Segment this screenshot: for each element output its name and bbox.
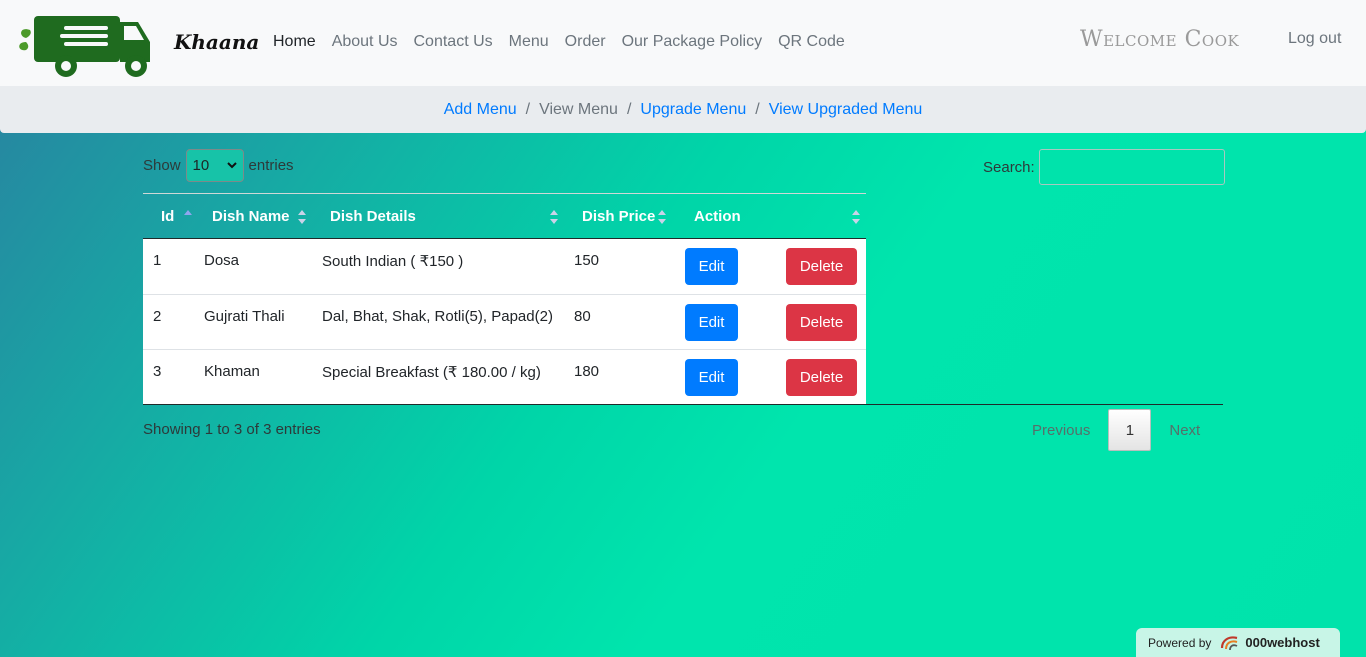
edit-button[interactable]: Edit xyxy=(685,359,738,396)
cell-dish-price: 150 xyxy=(574,252,600,269)
column-header-id[interactable]: Id xyxy=(143,194,204,238)
breadcrumb-separator: / xyxy=(626,100,632,118)
cell-dish-price: 180 xyxy=(574,363,600,380)
search-input[interactable] xyxy=(1038,149,1225,185)
cell-dish-name: Dosa xyxy=(204,252,240,269)
main-nav: Home About Us Contact Us Menu Order Our … xyxy=(265,33,853,51)
sort-icon xyxy=(852,210,860,224)
breadcrumb-upgrade-menu[interactable]: Upgrade Menu xyxy=(640,101,746,119)
breadcrumb-view-menu: View Menu xyxy=(539,100,618,118)
cell-id: 1 xyxy=(153,252,162,269)
edit-button[interactable]: Edit xyxy=(685,304,738,341)
cell-dish-name: Gujrati Thali xyxy=(204,308,285,325)
column-label: Dish Price xyxy=(582,207,656,225)
edit-button[interactable]: Edit xyxy=(685,248,738,285)
powered-by-name: 000webhost xyxy=(1245,635,1320,650)
welcome-text: Welcome Cook xyxy=(1080,27,1240,52)
column-header-dish-name[interactable]: Dish Name xyxy=(204,194,312,238)
cell-dish-name: Khaman xyxy=(204,363,260,380)
menu-table: Id Dish Name Dish Details Dish Price Act… xyxy=(143,193,866,405)
table-header: Id Dish Name Dish Details Dish Price Act… xyxy=(143,193,866,239)
sort-asc-icon xyxy=(184,210,192,224)
sort-icon xyxy=(298,210,306,224)
pagination: Previous 1 Next xyxy=(1016,409,1216,451)
column-label: Id xyxy=(161,207,175,225)
nav-order[interactable]: Order xyxy=(557,33,614,51)
table-row: 2 Gujrati Thali Dal, Bhat, Shak, Rotli(5… xyxy=(143,294,866,349)
breadcrumb-separator: / xyxy=(755,100,760,118)
cell-id: 3 xyxy=(153,363,162,380)
previous-page-button[interactable]: Previous xyxy=(1016,409,1106,451)
breadcrumb-add-menu[interactable]: Add Menu xyxy=(444,101,517,119)
column-header-dish-details[interactable]: Dish Details xyxy=(312,194,564,238)
logout-link[interactable]: Log out xyxy=(1288,30,1341,48)
breadcrumb-separator: / xyxy=(525,100,531,118)
table-body: 1 Dosa South Indian ( ₹150 ) 150 Edit De… xyxy=(143,239,866,405)
delete-button[interactable]: Delete xyxy=(786,304,857,341)
entries-length-control: Show 10 entries xyxy=(143,149,294,182)
show-label: Show xyxy=(143,157,181,174)
nav-menu[interactable]: Menu xyxy=(501,33,557,51)
sort-icon xyxy=(658,210,666,224)
cell-dish-details: Dal, Bhat, Shak, Rotli(5), Papad(2) xyxy=(322,308,553,325)
table-row: 3 Khaman Special Breakfast (₹ 180.00 / k… xyxy=(143,349,866,404)
next-page-button[interactable]: Next xyxy=(1153,409,1216,451)
entries-select[interactable]: 10 xyxy=(185,149,244,182)
delete-button[interactable]: Delete xyxy=(786,248,857,285)
nav-qr-code[interactable]: QR Code xyxy=(770,33,853,51)
table-info: Showing 1 to 3 of 3 entries xyxy=(143,421,321,438)
breadcrumb-view-upgraded-menu[interactable]: View Upgraded Menu xyxy=(769,101,923,119)
nav-package-policy[interactable]: Our Package Policy xyxy=(614,33,771,51)
column-label: Action xyxy=(694,207,741,225)
nav-contact-us[interactable]: Contact Us xyxy=(406,33,501,51)
cell-dish-details: South Indian ( ₹150 ) xyxy=(322,253,464,270)
nav-about-us[interactable]: About Us xyxy=(324,33,406,51)
page-1-button[interactable]: 1 xyxy=(1108,409,1152,451)
entries-label: entries xyxy=(248,157,294,174)
delete-button[interactable]: Delete xyxy=(786,359,857,396)
table-row: 1 Dosa South Indian ( ₹150 ) 150 Edit De… xyxy=(143,239,866,294)
table-bottom-divider xyxy=(143,404,1223,405)
column-label: Dish Details xyxy=(330,207,416,225)
powered-by-badge[interactable]: Powered by 000webhost xyxy=(1136,628,1340,657)
search-label: Search: xyxy=(983,158,1035,176)
column-header-dish-price[interactable]: Dish Price xyxy=(564,194,672,238)
nav-home[interactable]: Home xyxy=(265,33,324,51)
sort-icon xyxy=(550,210,558,224)
column-header-action[interactable]: Action xyxy=(672,194,866,238)
entries-select-value: 10 xyxy=(192,157,210,174)
powered-by-label: Powered by xyxy=(1148,635,1212,650)
cell-id: 2 xyxy=(153,308,162,325)
cell-dish-details: Special Breakfast (₹ 180.00 / kg) xyxy=(322,364,541,381)
table-search-control: Search: xyxy=(983,149,1225,185)
chevron-down-icon xyxy=(226,162,237,169)
column-label: Dish Name xyxy=(212,207,290,225)
top-navbar: Khaana Home About Us Contact Us Menu Ord… xyxy=(0,0,1366,86)
food-truck-logo[interactable] xyxy=(16,12,166,78)
cell-dish-price: 80 xyxy=(574,308,591,325)
webhost-swirl-icon xyxy=(1221,635,1238,650)
breadcrumb: Add Menu / View Menu / Upgrade Menu / Vi… xyxy=(0,86,1366,133)
brand-name[interactable]: Khaana xyxy=(174,30,259,54)
